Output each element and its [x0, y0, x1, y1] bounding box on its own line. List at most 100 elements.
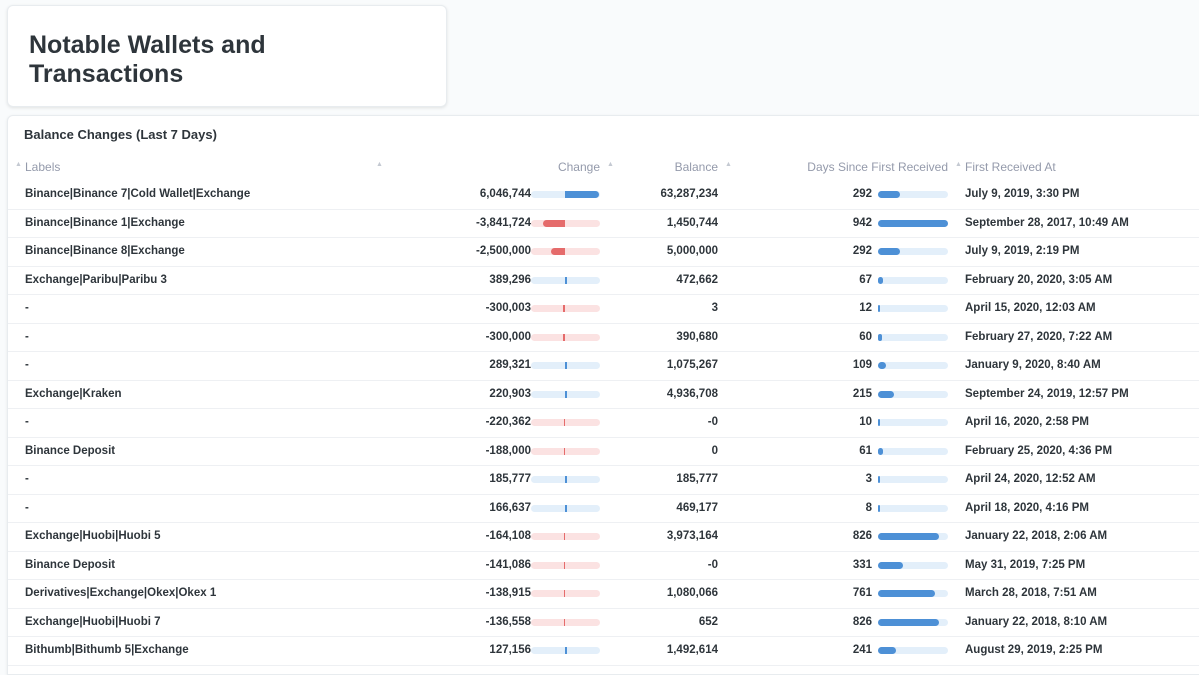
column-header-days-since-first-received[interactable]: Days Since First Received: [807, 160, 948, 174]
balance-cell: 1,080,066: [666, 587, 718, 599]
balance-cell: 0: [711, 444, 718, 457]
days-bar-track: [878, 561, 948, 569]
table-row[interactable]: Binance|Binance 7|Cold Wallet|Exchange 6,…: [8, 181, 1199, 210]
balance-changes-card: Balance Changes (Last 7 Days) ▲ Labels ▲…: [7, 115, 1199, 675]
change-bar-track: [531, 476, 600, 483]
change-bar-track: [531, 561, 600, 569]
days-bar-track: [878, 248, 948, 255]
change-cell: 185,777: [489, 473, 531, 485]
change-cell: 166,637: [489, 501, 531, 514]
table-title[interactable]: Balance Changes (Last 7 Days): [24, 127, 217, 142]
sort-caret-icon[interactable]: ▲: [725, 161, 732, 168]
table-row[interactable]: Bithumb|Bithumb 5|Exchange 127,156 1,492,6…: [8, 637, 1199, 666]
change-cell: -3,841,724: [476, 216, 531, 229]
table-row[interactable]: - 185,777 185,777 3 April 24, 2020, 12:52 AM: [8, 466, 1199, 495]
table-row[interactable]: - -300,003 3 12 April 15, 2020, 12:03 AM: [8, 295, 1199, 324]
change-bar-track: [531, 419, 600, 426]
table-row[interactable]: Exchange|Huobi|Huobi 5 -164,108 3,973,164 8…: [8, 523, 1199, 552]
balance-cell: 185,777: [676, 473, 718, 485]
balance-cell: 3: [711, 302, 718, 314]
table-row[interactable]: - -300,000 390,680 60 February 27, 2020, 7:2…: [8, 324, 1199, 352]
label-cell: Derivatives|Exchange|Okex|Okex 1: [25, 587, 217, 599]
table-row[interactable]: Exchange|Huobi|Huobi 7 -136,558 652 826 Janu…: [8, 609, 1199, 637]
column-header-change[interactable]: Change: [558, 160, 600, 174]
label-cell: -: [25, 473, 29, 485]
change-cell: -300,000: [485, 330, 531, 343]
days-bar-track: [878, 219, 948, 227]
days-bar-track: [878, 191, 948, 198]
days-cell: 10: [859, 416, 872, 428]
change-bar-track: [531, 248, 600, 255]
change-cell: 220,903: [489, 387, 531, 400]
sort-caret-icon[interactable]: ▲: [607, 161, 614, 168]
label-cell: -: [25, 501, 29, 514]
change-cell: -138,915: [485, 587, 531, 599]
change-bar-track: [531, 276, 600, 284]
days-cell: 761: [852, 587, 872, 599]
days-bar-track: [878, 504, 948, 512]
table-row[interactable]: Derivatives|Exchange|Okex|Okex 1 -138,915…: [8, 580, 1199, 609]
change-bar: [565, 504, 567, 512]
change-bar-track: [531, 333, 600, 341]
sort-caret-icon[interactable]: ▲: [15, 161, 22, 168]
table-row[interactable]: - 289,321 1,075,267 109 January 9, 2020, 8:4…: [8, 352, 1199, 381]
label-cell: Exchange|Paribu|Paribu 3: [25, 273, 167, 286]
change-cell: -188,000: [485, 444, 531, 457]
change-cell: -136,558: [485, 615, 531, 628]
change-bar: [565, 362, 567, 369]
sort-caret-icon[interactable]: ▲: [376, 161, 383, 168]
table-row[interactable]: Exchange|Paribu|Paribu 3 389,296 472,662 67…: [8, 267, 1199, 295]
column-header-balance[interactable]: Balance: [675, 160, 718, 174]
balance-cell: 390,680: [676, 330, 718, 343]
balance-cell: 5,000,000: [666, 245, 718, 257]
first-received-cell: August 29, 2019, 2:25 PM: [965, 644, 1103, 656]
change-cell: 389,296: [489, 273, 531, 286]
first-received-cell: May 31, 2019, 7:25 PM: [965, 558, 1086, 571]
table-row[interactable]: Binance Deposit -188,000 0 61 February 25, 2…: [8, 438, 1199, 466]
table-row[interactable]: Exchange|Kraken 220,903 4,936,708 215 Septem…: [8, 381, 1199, 409]
change-bar-track: [531, 447, 600, 455]
balance-cell: 63,287,234: [660, 188, 718, 200]
label-cell: Exchange|Huobi|Huobi 5: [25, 530, 161, 542]
change-bar: [563, 447, 565, 455]
first-received-cell: January 9, 2020, 8:40 AM: [965, 359, 1101, 371]
first-received-cell: February 25, 2020, 4:36 PM: [965, 444, 1113, 457]
sort-caret-icon[interactable]: ▲: [955, 161, 962, 168]
change-bar: [565, 390, 567, 398]
days-cell: 826: [852, 615, 872, 628]
change-bar: [543, 219, 565, 227]
label-cell: Exchange|Huobi|Huobi 7: [25, 615, 161, 628]
first-received-cell: July 9, 2019, 2:19 PM: [965, 245, 1080, 257]
balance-cell: 652: [698, 615, 718, 628]
first-received-cell: September 24, 2019, 12:57 PM: [965, 387, 1129, 400]
days-cell: 826: [852, 530, 872, 542]
balance-cell: 1,075,267: [666, 359, 718, 371]
label-cell: Binance Deposit: [25, 558, 116, 571]
label-cell: -: [25, 359, 29, 371]
column-header-labels[interactable]: Labels: [25, 160, 60, 174]
days-cell: 331: [852, 558, 872, 571]
balance-cell: 4,936,708: [666, 387, 718, 400]
change-bar: [563, 419, 565, 426]
change-bar: [563, 305, 565, 312]
change-bar: [563, 533, 565, 540]
balance-cell: 1,450,744: [666, 216, 718, 229]
days-cell: 3: [865, 473, 872, 485]
days-bar: [878, 305, 880, 312]
table-row[interactable]: Binance|Binance 8|Exchange -2,500,000 5,00…: [8, 238, 1199, 267]
change-cell: -220,362: [485, 416, 531, 428]
table-row[interactable]: Binance Deposit -141,086 -0 331 May 31, 2019…: [8, 552, 1199, 580]
days-bar: [878, 504, 880, 512]
days-bar: [878, 590, 935, 597]
days-cell: 109: [852, 359, 872, 371]
column-header-first-received-at[interactable]: First Received At: [965, 160, 1056, 174]
days-cell: 292: [852, 188, 872, 200]
change-bar-track: [531, 390, 600, 398]
table-row[interactable]: Binance|Binance 1|Exchange -3,841,724 1,45…: [8, 210, 1199, 238]
days-bar: [878, 362, 887, 369]
table-row[interactable]: - 166,637 469,177 8 April 18, 2020, 4:16 PM: [8, 495, 1199, 523]
table-row[interactable]: - -220,362 -0 10 April 16, 2020, 2:58 PM: [8, 409, 1199, 438]
first-received-cell: March 28, 2018, 7:51 AM: [965, 587, 1097, 599]
days-cell: 67: [859, 273, 872, 286]
days-bar: [878, 618, 940, 626]
